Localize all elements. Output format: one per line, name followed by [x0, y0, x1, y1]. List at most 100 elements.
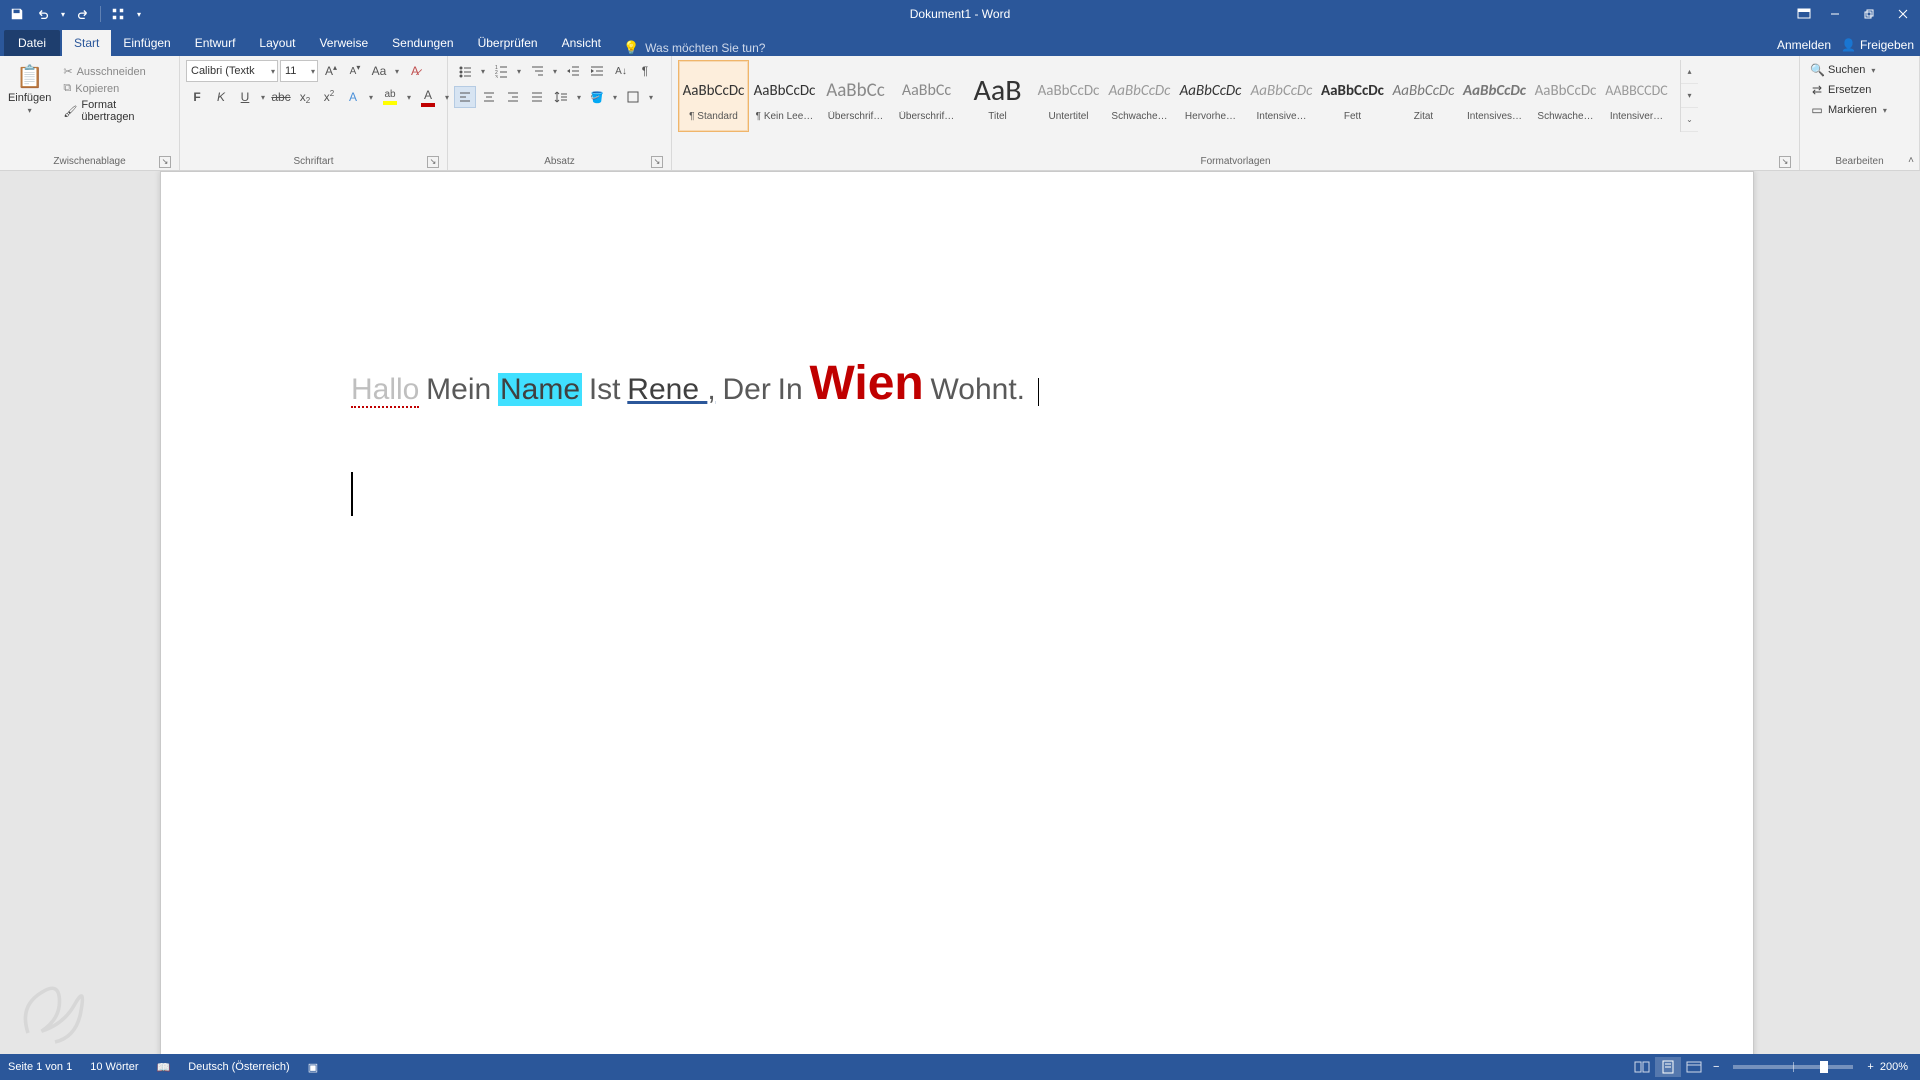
touch-mode-button[interactable] — [107, 3, 129, 25]
clipboard-dialog-launcher[interactable]: ↘ — [159, 156, 171, 168]
multilevel-dropdown[interactable]: ▾ — [550, 67, 560, 76]
document-content[interactable]: Hallo Mein Name Ist Rene , Der In Wien W… — [351, 352, 1039, 417]
clear-formatting-button[interactable]: A̷ — [404, 60, 426, 82]
zoom-slider[interactable] — [1733, 1065, 1853, 1069]
shading-dropdown[interactable]: ▾ — [610, 93, 620, 102]
style-item[interactable]: AaBbCcDcIntensive… — [1246, 60, 1317, 132]
find-button[interactable]: 🔍 Suchen ▾ — [1806, 62, 1891, 78]
replace-button[interactable]: ⇄ Ersetzen — [1806, 82, 1891, 98]
text-word[interactable]: Wohnt. — [931, 373, 1026, 406]
text-punct[interactable]: , — [707, 373, 715, 406]
align-left-button[interactable] — [454, 86, 476, 108]
page[interactable]: Hallo Mein Name Ist Rene , Der In Wien W… — [160, 171, 1754, 1054]
highlight-button[interactable]: ab — [378, 86, 402, 108]
styles-expand[interactable]: ⌄ — [1681, 108, 1698, 132]
justify-button[interactable] — [526, 86, 548, 108]
maximize-button[interactable] — [1852, 0, 1886, 28]
tab-einfügen[interactable]: Einfügen — [111, 30, 182, 56]
style-item[interactable]: AaBbCcDcFett — [1317, 60, 1388, 132]
style-item[interactable]: AaBbCcÜberschrif… — [891, 60, 962, 132]
borders-button[interactable] — [622, 86, 644, 108]
style-item[interactable]: AaBbCcDc¶ Standard — [678, 60, 749, 132]
style-item[interactable]: AaBbCcÜberschrif… — [820, 60, 891, 132]
style-item[interactable]: AaBTitel — [962, 60, 1033, 132]
sort-button[interactable]: A↓ — [610, 60, 632, 82]
text-word-highlighted[interactable]: Name — [498, 373, 582, 406]
zoom-slider-thumb[interactable] — [1820, 1061, 1828, 1073]
styles-row-down[interactable]: ▾ — [1681, 84, 1698, 108]
italic-button[interactable]: K — [210, 86, 232, 108]
shrink-font-button[interactable]: A▾ — [344, 60, 366, 82]
text-word[interactable]: Hallo — [351, 373, 419, 408]
styles-dialog-launcher[interactable]: ↘ — [1779, 156, 1791, 168]
redo-button[interactable] — [72, 3, 94, 25]
share-button[interactable]: 👤 Freigeben — [1841, 38, 1914, 52]
strikethrough-button[interactable]: abc — [270, 86, 292, 108]
text-word[interactable]: Ist — [589, 373, 621, 406]
numbering-dropdown[interactable]: ▾ — [514, 67, 524, 76]
save-button[interactable] — [6, 3, 28, 25]
zoom-percent[interactable]: 200% — [1880, 1061, 1908, 1073]
subscript-button[interactable]: x2 — [294, 86, 316, 108]
zoom-out-button[interactable]: − — [1707, 1061, 1725, 1073]
text-word-underlined[interactable]: Rene — [627, 373, 699, 406]
tell-me-search[interactable]: 💡 Was möchten Sie tun? — [613, 40, 775, 56]
align-right-button[interactable] — [502, 86, 524, 108]
styles-row-up[interactable]: ▴ — [1681, 60, 1698, 84]
shading-button[interactable]: 🪣 — [586, 86, 608, 108]
tab-überprüfen[interactable]: Überprüfen — [466, 30, 550, 56]
spellcheck-button[interactable]: 📖 — [157, 1061, 171, 1074]
tab-verweise[interactable]: Verweise — [307, 30, 380, 56]
numbering-button[interactable]: 123 — [490, 60, 512, 82]
style-item[interactable]: AaBbCcDcSchwache… — [1104, 60, 1175, 132]
close-button[interactable] — [1886, 0, 1920, 28]
style-item[interactable]: AaBbCcDcHervorhe… — [1175, 60, 1246, 132]
style-item[interactable]: AaBbCcDcIntensives… — [1459, 60, 1530, 132]
signin-button[interactable]: Anmelden — [1777, 38, 1831, 52]
font-color-button[interactable]: A — [416, 86, 440, 108]
undo-dropdown[interactable]: ▾ — [58, 3, 68, 25]
web-layout-button[interactable] — [1681, 1057, 1707, 1077]
tab-start[interactable]: Start — [62, 30, 111, 56]
superscript-button[interactable]: x2 — [318, 86, 340, 108]
paste-button[interactable]: 📋 Einfügen ▾ — [6, 60, 53, 115]
paragraph-dialog-launcher[interactable]: ↘ — [651, 156, 663, 168]
borders-dropdown[interactable]: ▾ — [646, 93, 656, 102]
style-item[interactable]: AaBbCcDc¶ Kein Lee… — [749, 60, 820, 132]
underline-dropdown[interactable]: ▾ — [258, 93, 268, 102]
zoom-in-button[interactable]: + — [1861, 1061, 1879, 1073]
collapse-ribbon-button[interactable]: ˄ — [1908, 155, 1914, 166]
text-word[interactable]: In — [778, 373, 803, 406]
bullets-button[interactable] — [454, 60, 476, 82]
style-item[interactable]: AABBCCDCIntensiver… — [1601, 60, 1672, 132]
page-indicator[interactable]: Seite 1 von 1 — [8, 1061, 72, 1073]
align-center-button[interactable] — [478, 86, 500, 108]
print-layout-button[interactable] — [1655, 1057, 1681, 1077]
multilevel-list-button[interactable] — [526, 60, 548, 82]
undo-button[interactable] — [32, 3, 54, 25]
word-count[interactable]: 10 Wörter — [90, 1061, 138, 1073]
ribbon-display-options[interactable] — [1790, 0, 1818, 28]
file-tab[interactable]: Datei — [4, 30, 60, 56]
font-dialog-launcher[interactable]: ↘ — [427, 156, 439, 168]
grow-font-button[interactable]: A▴ — [320, 60, 342, 82]
increase-indent-button[interactable] — [586, 60, 608, 82]
highlight-dropdown[interactable]: ▾ — [404, 93, 414, 102]
text-word-emphasis[interactable]: Wien — [809, 357, 923, 410]
show-marks-button[interactable]: ¶ — [634, 60, 656, 82]
text-word[interactable]: Der — [723, 373, 771, 406]
change-case-button[interactable]: Aa — [368, 60, 390, 82]
decrease-indent-button[interactable] — [562, 60, 584, 82]
line-spacing-button[interactable] — [550, 86, 572, 108]
language-indicator[interactable]: Deutsch (Österreich) — [188, 1061, 289, 1073]
change-case-dropdown[interactable]: ▾ — [392, 67, 402, 76]
text-effects-button[interactable]: A — [342, 86, 364, 108]
tab-layout[interactable]: Layout — [247, 30, 307, 56]
font-name-combo[interactable]: Calibri (Textk▾ — [186, 60, 278, 82]
tab-sendungen[interactable]: Sendungen — [380, 30, 465, 56]
text-word[interactable]: Mein — [426, 373, 491, 406]
style-item[interactable]: AaBbCcDcZitat — [1388, 60, 1459, 132]
line-spacing-dropdown[interactable]: ▾ — [574, 93, 584, 102]
font-size-combo[interactable]: 11▾ — [280, 60, 318, 82]
minimize-button[interactable] — [1818, 0, 1852, 28]
